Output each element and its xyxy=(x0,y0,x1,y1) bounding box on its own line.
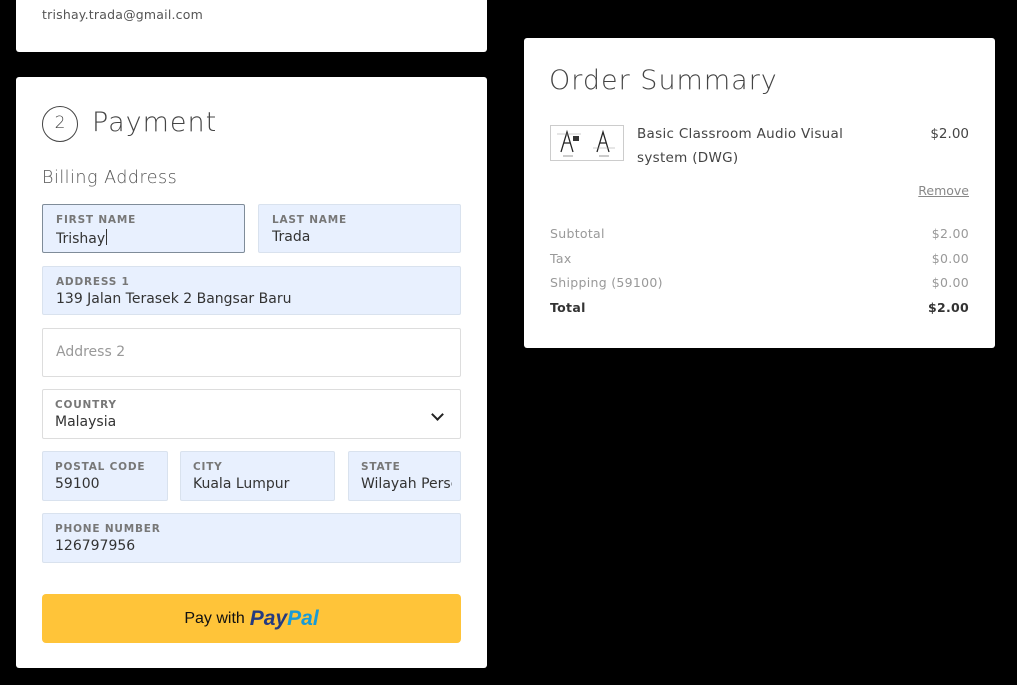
last-name-field[interactable]: LAST NAME Trada xyxy=(258,204,461,253)
city-field[interactable]: CITY Kuala Lumpur xyxy=(180,451,335,501)
phone-label: PHONE NUMBER xyxy=(55,523,161,535)
first-name-field[interactable]: FIRST NAME Trishay xyxy=(42,204,245,253)
text-cursor xyxy=(106,229,108,245)
subtotal-row: Subtotal $2.00 xyxy=(550,226,969,241)
product-price: $2.00 xyxy=(930,126,969,142)
city-value: Kuala Lumpur xyxy=(193,476,290,492)
shipping-value: $0.00 xyxy=(931,275,969,290)
state-label: STATE xyxy=(361,461,401,473)
city-label: CITY xyxy=(193,461,223,473)
paypal-pay-button[interactable]: Pay with PayPal xyxy=(42,594,461,643)
postal-code-label: POSTAL CODE xyxy=(55,461,146,473)
contact-card: trishay.trada@gmail.com xyxy=(16,0,487,52)
state-field[interactable]: STATE Wilayah Persekutuan Kuala Lumpur xyxy=(348,451,461,501)
tax-value: $0.00 xyxy=(931,251,969,266)
shipping-row: Shipping (59100) $0.00 xyxy=(550,275,969,290)
tax-label: Tax xyxy=(550,251,572,266)
order-summary-title: Order Summary xyxy=(549,65,778,96)
paypal-logo: PayPal xyxy=(249,606,319,630)
tax-row: Tax $0.00 xyxy=(550,251,969,266)
total-value: $2.00 xyxy=(927,300,969,315)
first-name-label: FIRST NAME xyxy=(56,214,137,226)
country-label: COUNTRY xyxy=(55,399,117,411)
shipping-label: Shipping (59100) xyxy=(550,275,663,290)
address2-field[interactable]: Address 2 xyxy=(42,328,461,377)
last-name-label: LAST NAME xyxy=(272,214,347,226)
country-value: Malaysia xyxy=(55,414,117,430)
contact-email: trishay.trada@gmail.com xyxy=(42,7,203,22)
phone-field[interactable]: PHONE NUMBER 126797956 xyxy=(42,513,461,563)
country-select[interactable]: COUNTRY Malaysia xyxy=(42,389,461,439)
postal-code-field[interactable]: POSTAL CODE 59100 xyxy=(42,451,168,501)
first-name-value: Trishay xyxy=(56,231,106,247)
payment-title: Payment xyxy=(92,107,218,138)
address1-field[interactable]: ADDRESS 1 139 Jalan Terasek 2 Bangsar Ba… xyxy=(42,266,461,315)
subtotal-label: Subtotal xyxy=(550,226,605,241)
billing-address-heading: Billing Address xyxy=(42,168,178,188)
postal-code-value: 59100 xyxy=(55,476,100,492)
product-thumbnail xyxy=(550,125,624,161)
state-value: Wilayah Persekutuan Kuala Lumpur xyxy=(361,476,452,492)
product-drawing-image xyxy=(551,126,623,160)
payment-card: 2 Payment Billing Address FIRST NAME Tri… xyxy=(16,77,487,668)
order-summary-card: Order Summary Basic Classroom Audio Visu… xyxy=(524,38,995,348)
address1-value: 139 Jalan Terasek 2 Bangsar Baru xyxy=(56,291,292,307)
product-name[interactable]: Basic Classroom Audio Visual system (DWG… xyxy=(637,122,877,170)
total-row: Total $2.00 xyxy=(550,300,969,315)
address2-placeholder: Address 2 xyxy=(56,344,126,360)
step-number-badge: 2 xyxy=(42,106,78,142)
phone-value: 126797956 xyxy=(55,538,136,554)
address1-label: ADDRESS 1 xyxy=(56,276,130,288)
total-label: Total xyxy=(550,300,586,315)
last-name-value: Trada xyxy=(272,229,311,245)
subtotal-value: $2.00 xyxy=(931,226,969,241)
remove-item-link[interactable]: Remove xyxy=(918,183,969,198)
paypal-prefix: Pay with xyxy=(184,609,245,627)
